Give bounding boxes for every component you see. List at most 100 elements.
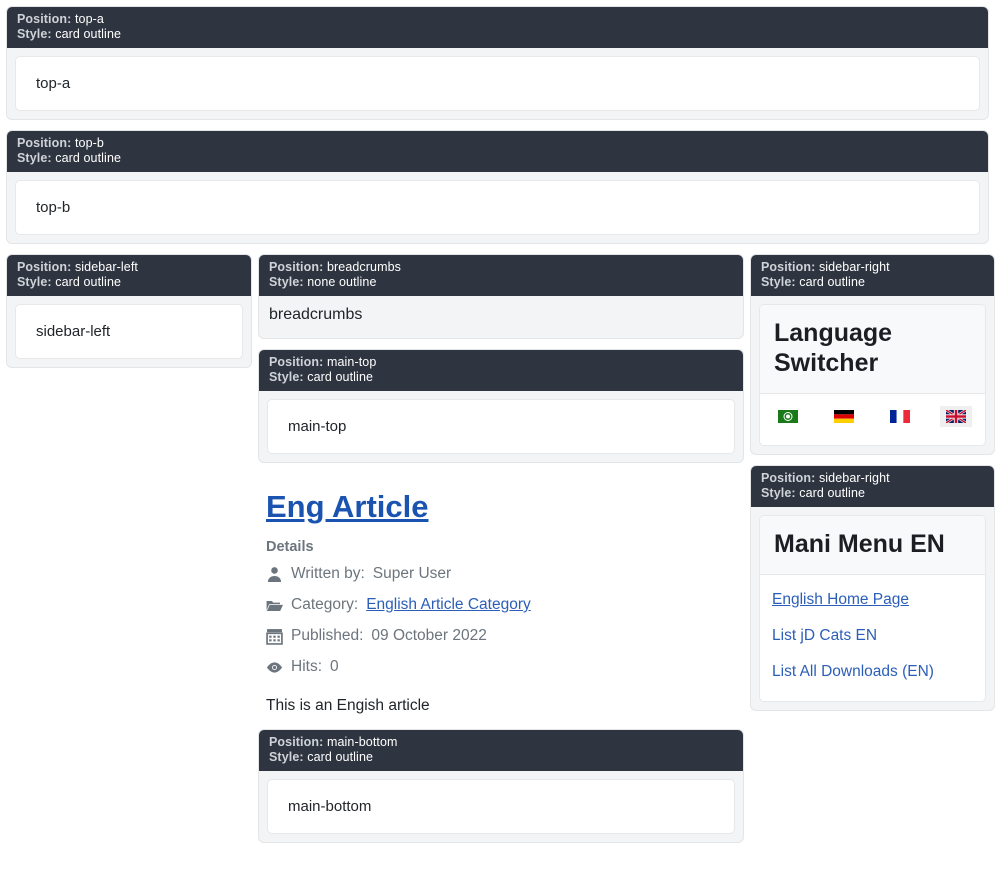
position-value: breadcrumbs	[326, 260, 402, 274]
position-block-header: Position: main-top Style: card outline	[259, 350, 743, 391]
article-body: This is an Engish article	[266, 697, 430, 714]
article-author: Written by: Super User	[266, 564, 736, 584]
style-value: card outline	[307, 370, 374, 384]
article-hits: Hits: 0	[266, 657, 736, 677]
style-value: card outline	[55, 275, 122, 289]
user-icon	[267, 566, 282, 582]
menu-link[interactable]: List All Downloads (EN)	[772, 663, 934, 680]
breadcrumb: breadcrumbs	[269, 306, 363, 323]
article-details-heading: Details	[266, 539, 314, 555]
module-card-text: top-b	[36, 199, 71, 216]
position-label: Position:	[761, 471, 816, 485]
article-hits-value: 0	[330, 658, 339, 675]
content-row: Position: sidebar-left Style: card outli…	[6, 254, 995, 853]
style-value: card outline	[55, 27, 122, 41]
position-block-top-b: Position: top-b Style: card outline top-…	[6, 130, 989, 244]
article-details-list: Written by: Super User Category: English…	[266, 564, 736, 677]
module-card-main-top: main-top	[267, 399, 735, 454]
position-block-top-a: Position: top-a Style: card outline top-…	[6, 6, 989, 120]
position-block-body: breadcrumbs	[259, 296, 743, 338]
module-card-top-a: top-a	[15, 56, 980, 111]
article-published: Published: 09 October 2022	[266, 626, 736, 646]
main-menu-title: Mani Menu EN	[774, 530, 945, 558]
position-block-sidebar-right-language: Position: sidebar-right Style: card outl…	[750, 254, 995, 455]
position-label: Position:	[17, 260, 72, 274]
position-block-body: Language Switcher	[751, 296, 994, 454]
article-category-label: Category:	[291, 596, 359, 613]
position-block-header: Position: sidebar-left Style: card outli…	[7, 255, 251, 296]
position-block-body: top-a	[7, 48, 988, 119]
position-label: Position:	[17, 12, 72, 26]
sidebar-right-column: Position: sidebar-right Style: card outl…	[750, 254, 995, 721]
flag-germany-icon	[834, 410, 854, 423]
article-title-link[interactable]: Eng Article	[266, 489, 429, 524]
position-block-header: Position: top-b Style: card outline	[7, 131, 988, 172]
style-label: Style:	[761, 486, 796, 500]
flag-france-icon	[890, 410, 910, 423]
style-label: Style:	[17, 151, 52, 165]
position-value: main-top	[326, 355, 377, 369]
position-block-header: Position: sidebar-right Style: card outl…	[751, 255, 994, 296]
style-label: Style:	[269, 275, 304, 289]
menu-link[interactable]: English Home Page	[772, 591, 909, 608]
position-block-sidebar-left: Position: sidebar-left Style: card outli…	[6, 254, 252, 368]
language-switcher-title: Language Switcher	[774, 319, 893, 377]
style-value: none outline	[307, 275, 377, 289]
sidebar-left-column: Position: sidebar-left Style: card outli…	[6, 254, 252, 378]
style-value: card outline	[799, 486, 866, 500]
article-hits-label: Hits:	[291, 658, 322, 675]
module-card-text: sidebar-left	[36, 323, 111, 340]
style-label: Style:	[269, 370, 304, 384]
position-label: Position:	[269, 260, 324, 274]
module-card-text: main-bottom	[288, 798, 372, 815]
menu-link[interactable]: List jD Cats EN	[772, 627, 877, 644]
language-flag-united-kingdom[interactable]	[940, 406, 972, 427]
position-label: Position:	[761, 260, 816, 274]
article-published-value: 09 October 2022	[371, 627, 487, 644]
menu-item-english-home-page[interactable]: English Home Page	[772, 591, 973, 609]
calendar-icon	[266, 628, 283, 645]
language-flag-germany[interactable]	[828, 406, 860, 427]
position-value: top-a	[74, 12, 104, 26]
language-switcher-header: Language Switcher	[760, 305, 985, 394]
main-menu-list: English Home Page List jD Cats EN List A…	[772, 587, 973, 687]
style-value: card outline	[55, 151, 122, 165]
position-value: main-bottom	[326, 735, 398, 749]
page-root: Position: top-a Style: card outline top-…	[0, 0, 995, 880]
style-label: Style:	[269, 750, 304, 764]
article-author-label: Written by:	[291, 565, 365, 582]
article-author-value: Super User	[372, 565, 452, 582]
eye-icon	[266, 661, 283, 673]
menu-item-list-all-downloads-en[interactable]: List All Downloads (EN)	[772, 663, 973, 681]
position-block-breadcrumbs: Position: breadcrumbs Style: none outlin…	[258, 254, 744, 339]
position-block-body: main-bottom	[259, 771, 743, 842]
module-card-text: main-top	[288, 418, 347, 435]
language-switcher-body	[760, 394, 985, 445]
folder-open-icon	[266, 600, 283, 611]
module-card-top-b: top-b	[15, 180, 980, 235]
language-flag-afghanistan[interactable]	[772, 406, 804, 427]
position-block-body: Mani Menu EN English Home Page List jD C…	[751, 507, 994, 710]
position-value: sidebar-left	[74, 260, 138, 274]
main-menu-body: English Home Page List jD Cats EN List A…	[760, 575, 985, 701]
position-block-header: Position: sidebar-right Style: card outl…	[751, 466, 994, 507]
style-label: Style:	[761, 275, 796, 289]
language-flag-france[interactable]	[884, 406, 916, 427]
main-column: Position: breadcrumbs Style: none outlin…	[252, 254, 750, 853]
position-block-main-bottom: Position: main-bottom Style: card outlin…	[258, 729, 744, 843]
position-block-sidebar-right-menu: Position: sidebar-right Style: card outl…	[750, 465, 995, 711]
style-label: Style:	[17, 275, 52, 289]
position-label: Position:	[269, 735, 324, 749]
article-category-link[interactable]: English Article Category	[366, 595, 531, 615]
position-block-body: main-top	[259, 391, 743, 462]
style-label: Style:	[17, 27, 52, 41]
flag-united-kingdom-icon	[946, 410, 966, 423]
style-value: card outline	[307, 750, 374, 764]
position-block-body: top-b	[7, 172, 988, 243]
menu-item-list-jd-cats-en[interactable]: List jD Cats EN	[772, 627, 973, 645]
article-category: Category: English Article Category	[266, 595, 736, 615]
main-menu-module: Mani Menu EN English Home Page List jD C…	[759, 515, 986, 702]
position-value: top-b	[74, 136, 104, 150]
position-block-header: Position: breadcrumbs Style: none outlin…	[259, 255, 743, 296]
language-switcher-module: Language Switcher	[759, 304, 986, 446]
